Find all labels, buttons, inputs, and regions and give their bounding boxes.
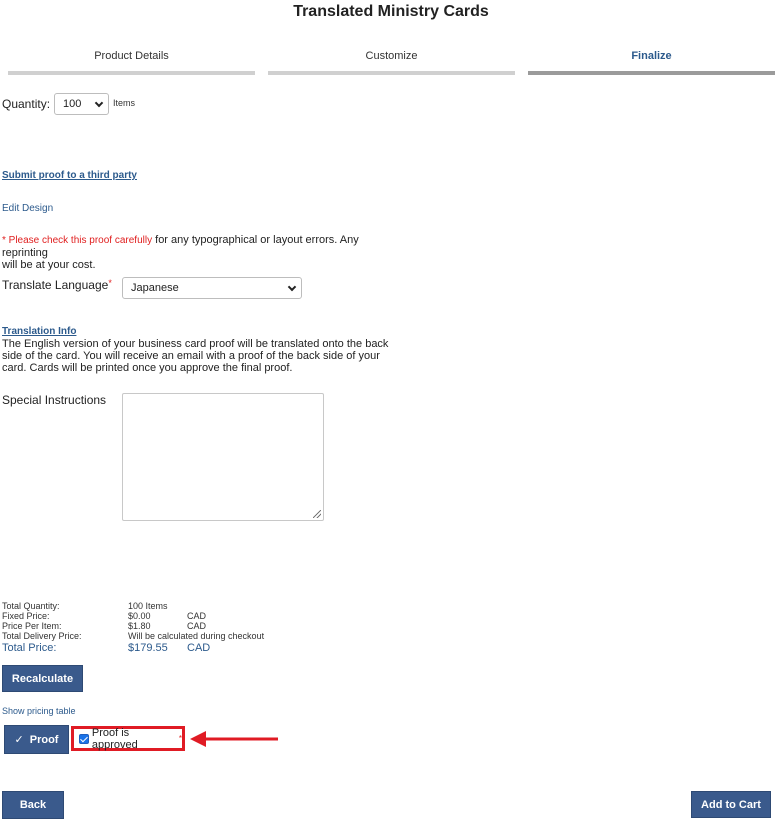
special-instructions-label: Special Instructions: [2, 393, 107, 407]
total-price-currency: CAD: [187, 642, 211, 654]
show-pricing-table-link[interactable]: Show pricing table: [2, 706, 76, 716]
summary-value: Will be calculated during checkout: [128, 631, 265, 641]
special-instructions-textarea[interactable]: [122, 393, 324, 521]
resize-handle-icon[interactable]: [313, 510, 321, 518]
warning-red-text: * Please check this proof carefully: [2, 235, 153, 246]
page-title: Translated Ministry Cards: [293, 3, 489, 20]
translate-language-label: Translate Language*: [2, 278, 112, 292]
submit-proof-link[interactable]: Submit proof to a third party: [2, 170, 137, 181]
summary-currency: CAD: [187, 611, 207, 621]
quantity-value: 100: [63, 98, 82, 110]
quantity-unit: Items: [113, 98, 136, 108]
required-mark: *: [108, 278, 112, 288]
summary-label: Price Per Item:: [2, 621, 62, 631]
translate-language-text: Translate Language: [2, 278, 109, 292]
recalculate-button[interactable]: Recalculate: [2, 665, 83, 692]
proof-button[interactable]: ✓ Proof: [4, 725, 69, 754]
warning-text-line2: will be at your cost.: [2, 259, 96, 271]
summary-label: Total Quantity:: [2, 601, 60, 611]
quantity-label: Quantity:: [2, 97, 51, 111]
step-progress-bar-active: [528, 71, 775, 75]
summary-label: Total Delivery Price:: [2, 631, 82, 641]
arrow-left-icon: [190, 731, 278, 747]
tab-customize[interactable]: Customize: [268, 50, 515, 62]
tab-product-details[interactable]: Product Details: [8, 50, 255, 62]
checkmark-icon: ✓: [14, 734, 24, 746]
chevron-down-icon: [94, 98, 104, 108]
total-price-value: $179.55: [128, 642, 168, 654]
translation-info-line: side of the card. You will receive an em…: [2, 350, 380, 362]
proof-approved-label: Proof is approved: [91, 726, 138, 751]
step-progress-bar: [8, 71, 255, 75]
tab-finalize[interactable]: Finalize: [528, 50, 775, 62]
back-button[interactable]: Back: [2, 791, 64, 819]
quantity-select[interactable]: 100: [54, 93, 109, 115]
translation-info-link[interactable]: Translation Info: [2, 326, 76, 337]
total-price-label: Total Price:: [2, 642, 57, 654]
summary-value: 100 Items: [128, 601, 168, 611]
chevron-down-icon: [287, 282, 297, 292]
translation-info-line: card. Cards will be printed once you app…: [2, 362, 293, 374]
add-to-cart-button[interactable]: Add to Cart: [691, 791, 771, 818]
summary-value: $1.80: [128, 621, 151, 631]
summary-label: Fixed Price:: [2, 611, 50, 621]
translate-language-value: Japanese: [131, 282, 179, 294]
step-progress-bar: [268, 71, 515, 75]
translate-language-select[interactable]: Japanese: [122, 277, 302, 299]
translation-info-text: The English version of your business car…: [2, 338, 402, 374]
summary-currency: CAD: [187, 621, 207, 631]
proof-button-label: Proof: [29, 733, 59, 746]
translation-info-line: The English version of your business car…: [2, 338, 389, 350]
proof-warning: * Please check this proof carefully for …: [2, 234, 402, 271]
proof-approved-checkbox[interactable]: [79, 733, 89, 744]
proof-approved-highlight[interactable]: Proof is approved *: [71, 726, 185, 751]
summary-value: $0.00: [128, 611, 151, 621]
required-mark: *: [178, 734, 182, 743]
edit-design-link[interactable]: Edit Design: [2, 203, 53, 214]
